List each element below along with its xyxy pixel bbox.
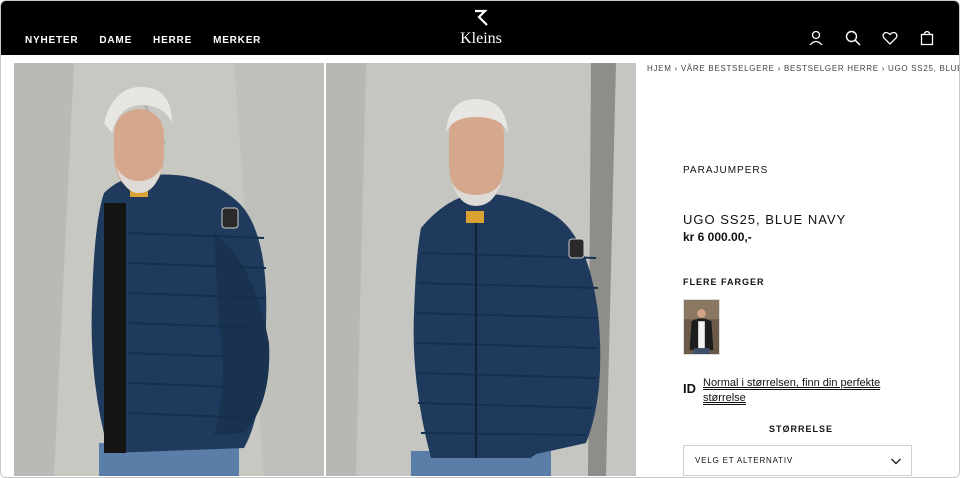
breadcrumb-bestsellers[interactable]: VÅRE BESTSELGERE xyxy=(681,64,775,73)
browser-page: NYHETER DAME HERRE MERKER Kleins HJEM › … xyxy=(0,0,960,478)
nav-nyheter[interactable]: NYHETER xyxy=(25,35,78,46)
breadcrumb-current: UGO SS25, BLUE NAVY xyxy=(888,64,959,73)
size-select[interactable]: VELG ET ALTERNATIV xyxy=(683,445,912,476)
product-gallery xyxy=(14,63,636,476)
kleins-logo[interactable]: Kleins xyxy=(449,7,513,47)
shopping-bag-icon[interactable] xyxy=(918,29,936,47)
breadcrumb-separator: › xyxy=(777,64,782,73)
breadcrumb-separator: › xyxy=(674,64,678,73)
wishlist-heart-icon[interactable] xyxy=(881,29,899,47)
main-nav: NYHETER DAME HERRE MERKER xyxy=(25,35,261,46)
account-icon[interactable] xyxy=(807,29,825,47)
color-variant-thumbnail[interactable] xyxy=(683,299,720,355)
breadcrumb-bestseller-men[interactable]: BESTSELGER HERRE xyxy=(784,64,879,73)
breadcrumb-separator: › xyxy=(881,64,886,73)
size-heading: STØRRELSE xyxy=(769,424,834,434)
size-guide-icon: ID xyxy=(683,381,696,396)
search-icon[interactable] xyxy=(844,29,862,47)
size-guide-text: Normal i størrelsen, finn din perfekte s… xyxy=(703,377,881,405)
breadcrumb-home[interactable]: HJEM xyxy=(647,64,672,73)
more-colors-heading: FLERE FARGER xyxy=(683,277,765,287)
logo-wordmark: Kleins xyxy=(460,30,502,47)
product-title: UGO SS25, BLUE NAVY xyxy=(683,212,847,227)
site-header: NYHETER DAME HERRE MERKER Kleins xyxy=(1,1,959,55)
size-select-value: VELG ET ALTERNATIV xyxy=(695,456,793,465)
nav-herre[interactable]: HERRE xyxy=(153,35,192,46)
size-guide-link[interactable]: Normal i størrelsen, finn din perfekte s… xyxy=(703,376,903,406)
nav-merker[interactable]: MERKER xyxy=(213,35,261,46)
breadcrumb: HJEM › VÅRE BESTSELGERE › BESTSELGER HER… xyxy=(647,64,959,73)
nav-dame[interactable]: DAME xyxy=(99,35,132,46)
product-photo-1[interactable] xyxy=(14,63,324,476)
chevron-down-icon xyxy=(891,458,901,465)
product-photo-2[interactable] xyxy=(326,63,636,476)
header-icons xyxy=(807,29,936,47)
product-brand[interactable]: PARAJUMPERS xyxy=(683,165,768,176)
product-price: kr 6 000.00,- xyxy=(683,230,752,244)
